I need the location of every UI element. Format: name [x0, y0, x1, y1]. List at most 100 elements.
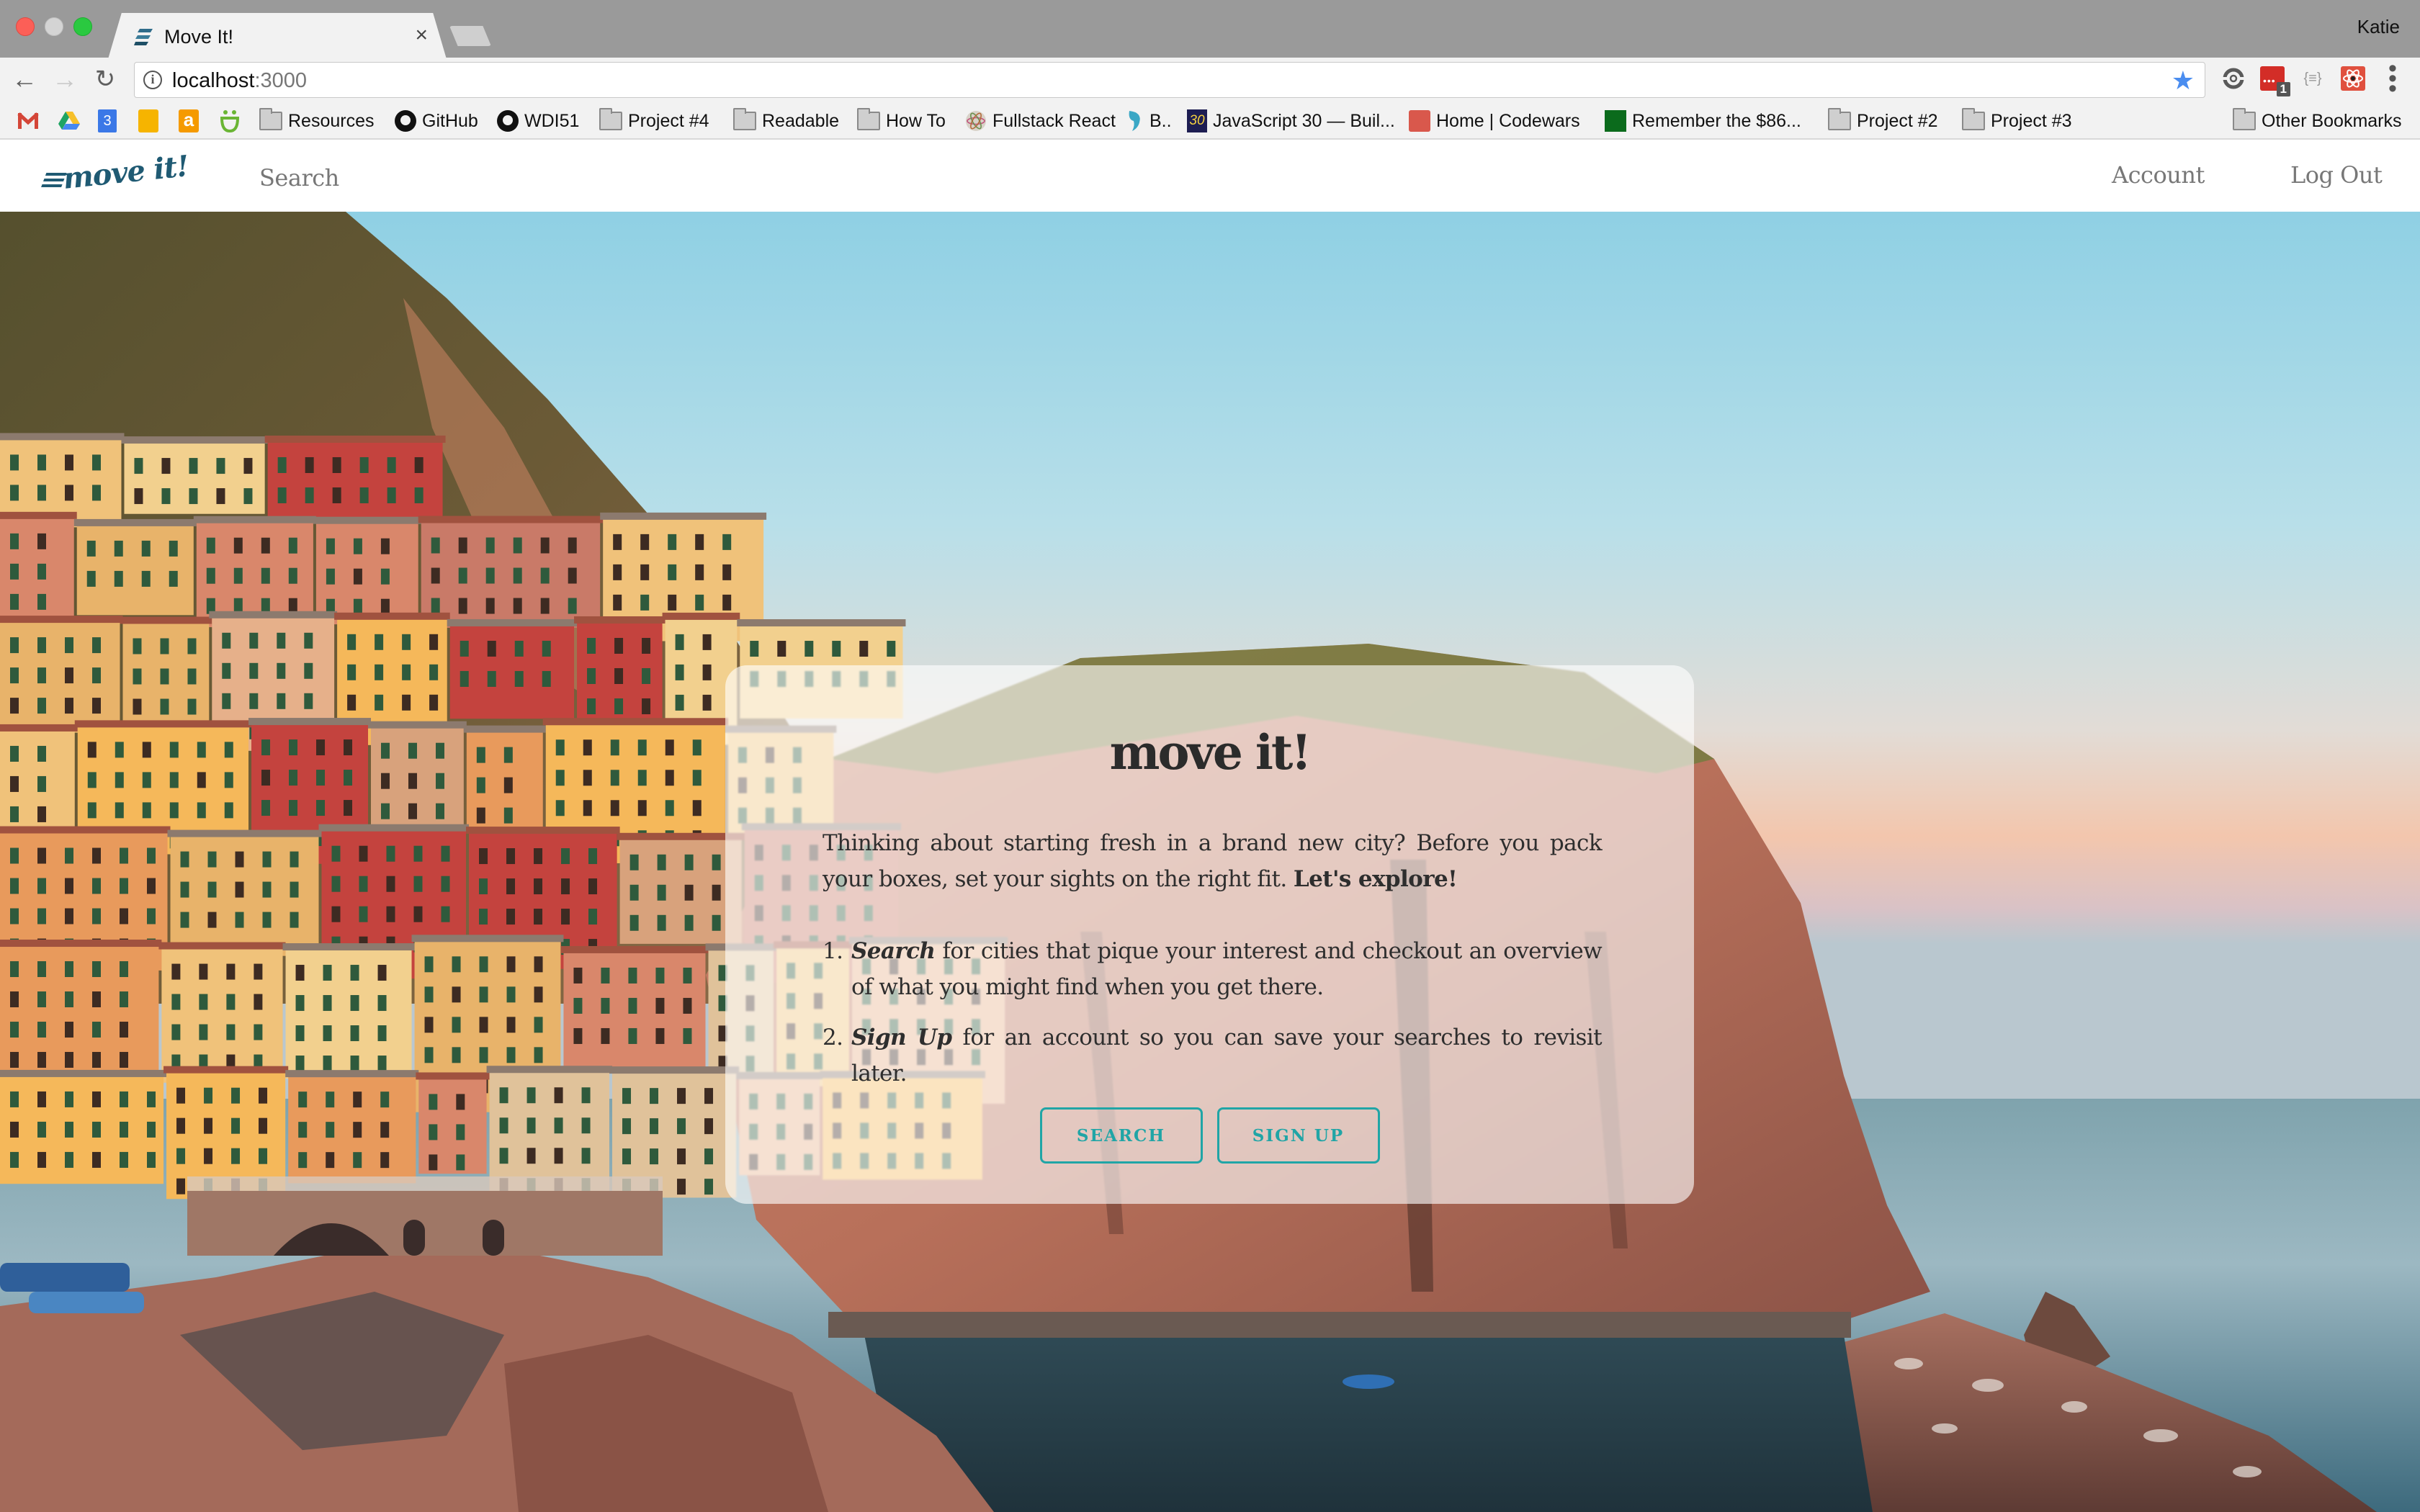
building-window: [332, 456, 341, 473]
building-window: [161, 458, 171, 474]
building-window: [408, 742, 418, 759]
github-icon: [395, 110, 416, 132]
folder-icon: [1962, 108, 1985, 130]
bookmark-amazon[interactable]: a: [179, 108, 199, 134]
address-bar[interactable]: i localhost:3000 ★: [134, 62, 2205, 98]
building-window: [722, 594, 732, 611]
building-window: [261, 567, 270, 584]
building-window: [199, 1024, 208, 1040]
building-window: [243, 458, 253, 474]
building-window: [601, 967, 610, 984]
search-button[interactable]: SEARCH: [1039, 1107, 1203, 1164]
building-window: [261, 770, 271, 786]
tab-close-icon[interactable]: ×: [415, 23, 428, 48]
bookmark-b[interactable]: B..: [1125, 108, 1172, 134]
bookmark-google-drive[interactable]: [58, 108, 81, 134]
sync-extension-icon[interactable]: [2221, 66, 2246, 91]
building-window: [37, 775, 46, 792]
building-roof: [609, 1066, 740, 1074]
building-window: [777, 641, 786, 657]
react-devtools-extension-icon[interactable]: [2341, 66, 2365, 91]
building-window: [37, 961, 46, 978]
folder-icon: [1828, 108, 1851, 130]
bookmark-codewars[interactable]: Home | Codewars: [1409, 108, 1580, 134]
minimize-window-button[interactable]: [45, 17, 63, 36]
building-window: [350, 1025, 359, 1042]
bookmark-google-keep[interactable]: [138, 108, 158, 134]
bookmark-project-3[interactable]: Project #3: [1962, 108, 2072, 134]
bookmark-project-2[interactable]: Project #2: [1828, 108, 1938, 134]
reload-icon[interactable]: ↻: [91, 65, 120, 94]
bookmark-javascript30[interactable]: 30 JavaScript 30 — Buil...: [1187, 108, 1395, 134]
building-roof: [600, 512, 767, 520]
building-window: [677, 1088, 686, 1104]
lastpass-extension-icon[interactable]: ••• 1: [2260, 66, 2290, 96]
close-window-button[interactable]: [16, 17, 35, 36]
building-window: [231, 1148, 241, 1164]
new-tab-button[interactable]: [449, 26, 491, 46]
bookmark-other-bookmarks[interactable]: Other Bookmarks: [2233, 108, 2402, 134]
building-window: [180, 881, 189, 898]
url-text[interactable]: localhost:3000: [172, 69, 307, 93]
building-window: [222, 632, 231, 649]
building-window: [402, 634, 411, 650]
nav-search-link[interactable]: Search: [259, 164, 339, 192]
building-window: [254, 994, 263, 1010]
building-window: [147, 847, 156, 864]
bookmark-google-calendar[interactable]: 3: [98, 108, 117, 134]
building-window: [583, 770, 592, 786]
back-arrow-icon[interactable]: ←: [10, 65, 39, 94]
bookmark-star-icon[interactable]: ★: [2172, 66, 2195, 96]
building-roof: [282, 943, 415, 951]
building-window: [506, 909, 516, 925]
building-roof: [411, 935, 564, 942]
maximize-window-button[interactable]: [73, 17, 92, 36]
building-window: [692, 770, 702, 786]
google-calendar-icon: 3: [98, 109, 117, 132]
bookmark-smile[interactable]: [219, 108, 241, 134]
building-window: [92, 1121, 101, 1138]
bookmark-resources[interactable]: Resources: [259, 108, 375, 134]
bookmark-wdi51[interactable]: WDI51: [497, 108, 579, 134]
site-info-icon[interactable]: i: [143, 71, 162, 89]
bookmark-github[interactable]: GitHub: [395, 108, 478, 134]
signup-button[interactable]: SIGN UP: [1216, 1107, 1380, 1164]
building-window: [640, 594, 650, 611]
building-window: [331, 906, 341, 922]
building-window: [344, 770, 353, 786]
building-window: [429, 694, 439, 711]
building-window: [277, 487, 287, 503]
bookmark-readable[interactable]: Readable: [733, 108, 839, 134]
building-window: [65, 667, 73, 684]
building-window: [10, 1091, 19, 1107]
nav-account-link[interactable]: Account: [2112, 161, 2205, 189]
nav-logout-link[interactable]: Log Out: [2290, 161, 2383, 189]
building-window: [683, 967, 692, 984]
bookmark-remember[interactable]: Remember the $86...: [1605, 108, 1801, 134]
bookmark-gmail[interactable]: [17, 108, 39, 134]
building-window: [561, 848, 570, 865]
building-window: [503, 747, 513, 763]
building-window: [304, 632, 313, 649]
bookmark-project-4[interactable]: Project #4: [599, 108, 709, 134]
building-window: [506, 986, 516, 1003]
browser-tab-active[interactable]: Move It! ×: [108, 13, 447, 59]
building-window: [526, 1087, 536, 1104]
building-window: [295, 1025, 305, 1042]
building-window: [554, 1117, 563, 1134]
google-drive-icon: [58, 112, 80, 130]
forward-arrow-icon[interactable]: →: [50, 65, 79, 94]
profile-name[interactable]: Katie: [2357, 16, 2400, 38]
app-logo[interactable]: move it!: [41, 149, 191, 196]
building-window: [601, 997, 610, 1014]
building-window: [692, 739, 702, 756]
building-window: [832, 641, 841, 657]
json-viewer-extension-icon[interactable]: {≡}: [2300, 66, 2325, 91]
building-window: [169, 742, 179, 758]
building-window: [614, 637, 624, 654]
browser-menu-icon[interactable]: • • •: [2385, 56, 2400, 101]
building-window: [197, 772, 206, 788]
bookmark-fullstack-react[interactable]: Fullstack React: [965, 108, 1116, 134]
bookmark-how-to[interactable]: How To: [857, 108, 946, 134]
building-window: [499, 1117, 508, 1134]
